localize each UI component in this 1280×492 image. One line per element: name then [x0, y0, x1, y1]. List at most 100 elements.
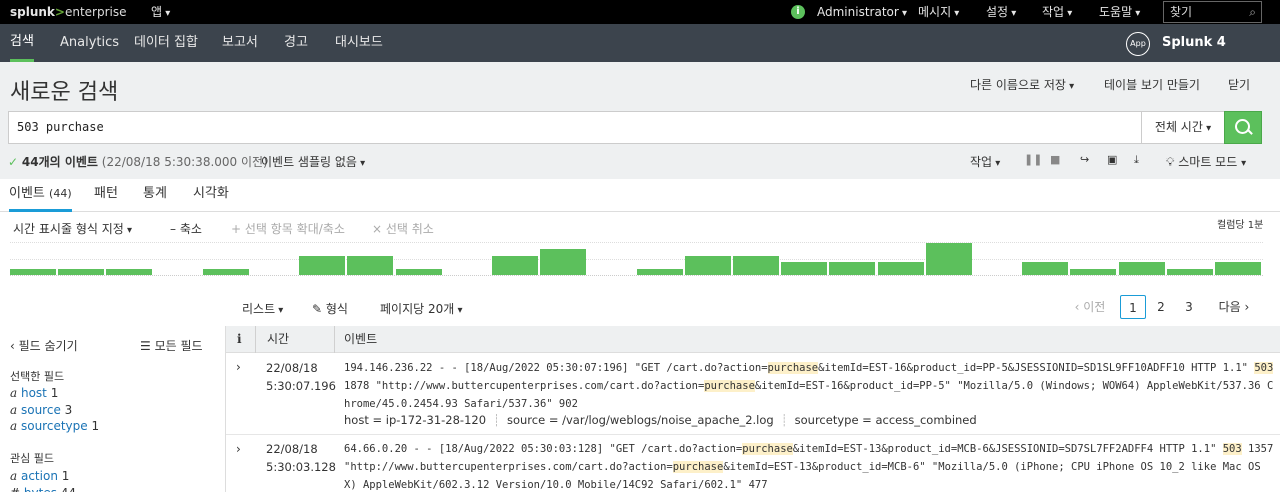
timeline-bar[interactable]	[877, 262, 924, 275]
timeline-bar[interactable]	[58, 269, 105, 275]
event-time: 22/08/18 5:30:03.128	[266, 440, 336, 476]
timeline-bar[interactable]	[684, 256, 731, 275]
field-item[interactable]: a sourcetype 1	[10, 419, 99, 433]
field-item[interactable]: a host 1	[10, 386, 58, 400]
timeline-gridline	[10, 242, 1263, 243]
nav-datasets[interactable]: 데이터 집합	[134, 24, 198, 62]
next-page-button[interactable]: 다음 ›	[1214, 295, 1254, 319]
top-bar: splunk>enterprise 앱 i Administrator 메시지 …	[0, 0, 1280, 24]
field-type: a	[10, 419, 18, 433]
job-menu[interactable]: 작업	[970, 153, 1000, 170]
nav-search[interactable]: 검색	[10, 24, 34, 62]
event-raw[interactable]: 64.66.0.20 - - [18/Aug/2022 05:30:03:128…	[344, 440, 1274, 492]
hide-fields-button[interactable]: ‹ 필드 숨기기	[10, 337, 78, 354]
nav-analytics[interactable]: Analytics	[60, 24, 119, 62]
apps-menu[interactable]: 앱	[151, 0, 170, 24]
activity-menu[interactable]: 작업	[1042, 0, 1072, 24]
nav-dashboards[interactable]: 대시보드	[335, 24, 383, 62]
expand-chevron-icon[interactable]: ›	[236, 442, 241, 456]
field-name: bytes	[24, 486, 57, 492]
sourcetype-field[interactable]: sourcetype = access_combined	[795, 413, 977, 427]
field-item[interactable]: a action 1	[10, 469, 69, 483]
nav-reports[interactable]: 보고서	[222, 24, 258, 62]
timeline-bar[interactable]	[829, 262, 876, 275]
export-icon[interactable]: ⤓	[1134, 153, 1139, 167]
close-button[interactable]: 닫기	[1228, 76, 1250, 93]
highlighted-term[interactable]: 503	[1222, 443, 1242, 455]
tab-events[interactable]: 이벤트 (44)	[9, 179, 72, 212]
all-fields-button[interactable]: ☰ 모든 필드	[140, 337, 203, 354]
format-button[interactable]: ✎ 형식	[312, 300, 348, 317]
timeline-bar[interactable]	[492, 256, 538, 275]
zoom-out-button[interactable]: – 축소	[170, 220, 202, 237]
help-menu[interactable]: 도움말	[1099, 0, 1140, 24]
create-table-view-button[interactable]: 테이블 보기 만들기	[1104, 76, 1200, 93]
timeline-bar[interactable]	[10, 269, 56, 275]
user-menu[interactable]: Administrator	[817, 0, 907, 24]
timeline-bar[interactable]	[925, 243, 972, 275]
timeline-bar[interactable]	[1118, 262, 1165, 275]
timeline-format-dropdown[interactable]: 시간 표시줄 형식 지정	[13, 220, 132, 237]
tab-statistics[interactable]: 통계	[143, 179, 167, 212]
pause-icon[interactable]: ❚❚	[1024, 153, 1042, 166]
page-2-button[interactable]: 2	[1152, 295, 1170, 319]
deselect-button[interactable]: × 선택 취소	[372, 220, 434, 237]
stop-icon[interactable]: ■	[1050, 153, 1060, 166]
field-name: action	[20, 469, 58, 483]
timeline-bar[interactable]	[202, 269, 249, 275]
timeline-bar[interactable]	[733, 256, 779, 275]
tab-patterns[interactable]: 패턴	[94, 179, 118, 212]
time-column-header[interactable]: 시간	[267, 326, 289, 353]
list-view-dropdown[interactable]: 리스트	[242, 300, 283, 317]
raw-text: 64.66.0.20 - - [18/Aug/2022 05:30:03:128…	[344, 443, 743, 455]
timeline-bar[interactable]	[636, 269, 683, 275]
raw-text: &itemId=EST-16&product_id=PP-5&JSESSIONI…	[818, 362, 1255, 374]
timeline-bar[interactable]	[1022, 262, 1069, 275]
tab-visualization[interactable]: 시각화	[193, 179, 229, 212]
per-page-dropdown[interactable]: 페이지당 20개	[380, 300, 463, 317]
timeline-bar[interactable]	[1070, 269, 1117, 275]
highlighted-term[interactable]: purchase	[767, 362, 819, 374]
timeline-bar[interactable]	[395, 269, 442, 275]
timeline-bar[interactable]	[781, 262, 828, 275]
timeline-bar[interactable]	[1215, 262, 1261, 275]
highlighted-term[interactable]: purchase	[704, 380, 755, 392]
timeline-chart[interactable]	[10, 242, 1263, 276]
page-3-button[interactable]: 3	[1180, 295, 1198, 319]
source-field[interactable]: source = /var/log/weblogs/noise_apache_2…	[507, 413, 774, 427]
sampling-dropdown[interactable]: 이벤트 샘플링 없음	[261, 153, 365, 170]
search-input[interactable]: 503 purchase	[8, 111, 1142, 144]
messages-menu[interactable]: 메시지	[918, 0, 959, 24]
page-1-button[interactable]: 1	[1120, 295, 1146, 319]
splunk-logo[interactable]: splunk>enterprise	[10, 0, 127, 24]
event-raw[interactable]: 194.146.236.22 - - [18/Aug/2022 05:30:07…	[344, 359, 1274, 413]
find-input[interactable]: 찾기 ⌕	[1163, 1, 1262, 23]
expand-chevron-icon[interactable]: ›	[236, 360, 241, 374]
save-as-button[interactable]: 다른 이름으로 저장	[970, 76, 1074, 93]
field-item[interactable]: a source 3	[10, 403, 72, 417]
health-status-icon[interactable]: i	[791, 5, 805, 19]
result-status: ✓ 44개의 이벤트 (22/08/18 5:30:38.000 이전)	[8, 153, 268, 170]
pencil-icon: ✎	[312, 302, 323, 316]
timeline-bar[interactable]	[347, 256, 394, 275]
app-bar: 검색 Analytics 데이터 집합 보고서 경고 대시보드 App Splu…	[0, 24, 1280, 88]
highlighted-term[interactable]: 503	[1254, 362, 1274, 374]
timeline-bar[interactable]	[106, 269, 153, 275]
settings-menu[interactable]: 설정	[986, 0, 1016, 24]
field-type: a	[10, 403, 18, 417]
prev-page-button[interactable]: ‹ 이전	[1070, 295, 1110, 319]
host-field[interactable]: host = ip-172-31-28-120	[344, 413, 486, 427]
share-icon[interactable]: ↪	[1080, 153, 1089, 166]
field-item[interactable]: # bytes 44	[10, 486, 76, 492]
highlighted-term[interactable]: purchase	[672, 461, 724, 473]
time-range-picker[interactable]: 전체 시간	[1141, 111, 1225, 144]
timeline-bar[interactable]	[1166, 269, 1213, 275]
zoom-selection-button[interactable]: + 선택 항목 확대/축소	[231, 220, 345, 237]
timeline-bar[interactable]	[540, 249, 587, 275]
search-button[interactable]	[1224, 111, 1262, 144]
timeline-bar[interactable]	[299, 256, 346, 275]
print-icon[interactable]: ▣	[1107, 153, 1117, 166]
search-mode-dropdown[interactable]: 💡︎ 스마트 모드	[1166, 153, 1246, 170]
nav-alerts[interactable]: 경고	[284, 24, 308, 62]
highlighted-term[interactable]: purchase	[742, 443, 793, 455]
